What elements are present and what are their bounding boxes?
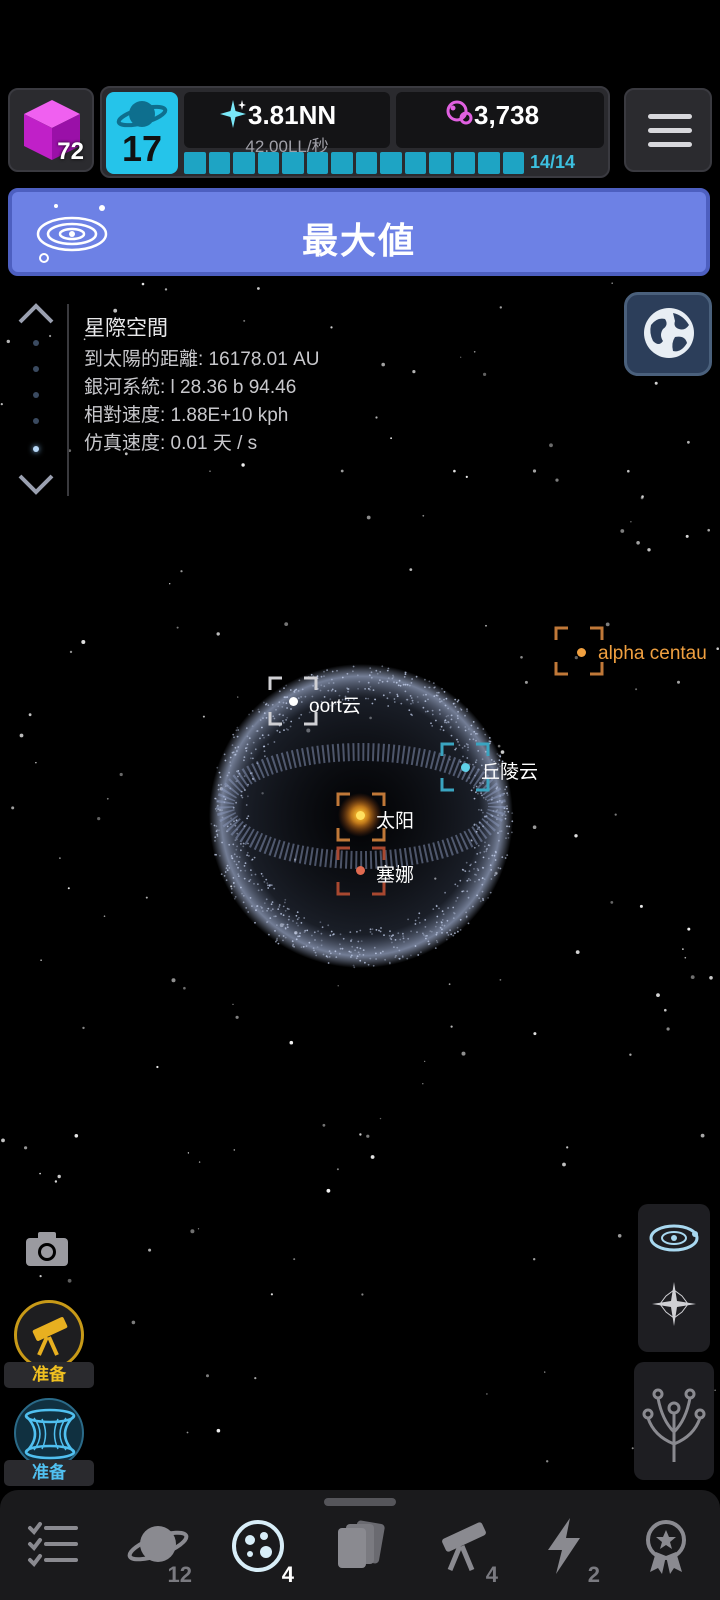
star-view-icon[interactable] bbox=[652, 1282, 696, 1326]
checklist-icon bbox=[28, 1522, 78, 1568]
alpha-centauri-dot[interactable] bbox=[577, 648, 586, 657]
level-progress-bar bbox=[184, 152, 524, 174]
nav-planets[interactable]: 12 bbox=[106, 1508, 206, 1588]
alpha-centauri-label[interactable]: alpha centau bbox=[598, 643, 707, 665]
progress-segment bbox=[208, 152, 230, 174]
info-distance: 到太陽的距離: 16178.01 AU bbox=[84, 349, 320, 370]
oort-cloud-label[interactable]: oort云 bbox=[309, 691, 361, 718]
nav-cards[interactable] bbox=[310, 1508, 410, 1588]
nav-telescope-badge: 4 bbox=[485, 1562, 498, 1587]
nav-telescope[interactable]: 4 bbox=[412, 1508, 512, 1588]
progress-segment bbox=[184, 152, 206, 174]
telescope-icon bbox=[32, 1317, 68, 1356]
wormhole-ready-tag: 准备 bbox=[4, 1460, 94, 1486]
tree-icon bbox=[642, 1388, 706, 1462]
orbit-counter: 3,738 bbox=[396, 92, 604, 148]
nav-tasks[interactable] bbox=[4, 1508, 104, 1588]
progress-segment bbox=[306, 152, 328, 174]
info-galactic: 銀河系統: l 28.36 b 94.46 bbox=[84, 377, 297, 398]
sedna-dot[interactable] bbox=[356, 866, 365, 875]
progress-segment bbox=[502, 152, 524, 174]
nav-achievements[interactable] bbox=[616, 1508, 716, 1588]
hills-cloud-label[interactable]: 丘陵云 bbox=[481, 757, 538, 784]
nav-planets-badge: 12 bbox=[167, 1562, 192, 1587]
progress-segment bbox=[233, 152, 255, 174]
scale-dot[interactable] bbox=[33, 340, 39, 346]
progress-segment bbox=[282, 152, 304, 174]
progress-text: 14/14 bbox=[530, 152, 576, 172]
drawer-handle[interactable] bbox=[324, 1498, 396, 1506]
globe-icon bbox=[644, 308, 694, 358]
orbit-particles-icon bbox=[446, 100, 473, 125]
scale-dot[interactable] bbox=[33, 392, 39, 398]
level-number: 17 bbox=[121, 128, 163, 169]
cube-count: 72 bbox=[57, 138, 84, 165]
banner-title: 最大値 bbox=[301, 220, 416, 261]
wormhole-icon bbox=[24, 1408, 76, 1460]
lightning-icon bbox=[548, 1518, 580, 1574]
camera-icon[interactable] bbox=[24, 1230, 70, 1268]
energy-counter: 3.81NN 42.00LL/秒 bbox=[184, 92, 390, 156]
location-title: 星際空間 bbox=[84, 317, 168, 340]
telescope-ready-tag: 准备 bbox=[4, 1362, 94, 1388]
sparkle-icon bbox=[220, 100, 246, 128]
scale-dot[interactable] bbox=[33, 418, 39, 424]
award-icon bbox=[646, 1520, 686, 1574]
sedna-label[interactable]: 塞娜 bbox=[376, 860, 414, 887]
scale-dot-active[interactable] bbox=[33, 446, 39, 452]
nav-power[interactable]: 2 bbox=[514, 1508, 614, 1588]
orbit-value: 3,738 bbox=[474, 100, 540, 130]
menu-icon bbox=[648, 114, 692, 119]
nav-cluster-badge: 4 bbox=[281, 1562, 294, 1587]
progress-segment bbox=[355, 152, 377, 174]
scroll-up-chevron-icon[interactable] bbox=[18, 302, 54, 324]
hills-cloud-dot[interactable] bbox=[461, 763, 470, 772]
wormhole-tool-button[interactable] bbox=[14, 1398, 84, 1468]
progress-segment bbox=[380, 152, 402, 174]
orbit-view-icon[interactable] bbox=[648, 1220, 700, 1256]
scale-dot[interactable] bbox=[33, 366, 39, 372]
level-badge[interactable]: 17 bbox=[106, 92, 178, 174]
globe-button[interactable] bbox=[624, 292, 712, 376]
progress-segment bbox=[257, 152, 279, 174]
sun-label[interactable]: 太阳 bbox=[376, 806, 414, 833]
telescope-tool-button[interactable] bbox=[14, 1300, 84, 1370]
progress-segment bbox=[429, 152, 451, 174]
skill-tree-button[interactable] bbox=[634, 1362, 714, 1480]
scroll-down-chevron-icon[interactable] bbox=[18, 474, 54, 496]
progress-segment bbox=[404, 152, 426, 174]
sun-dot[interactable] bbox=[356, 811, 365, 820]
nav-power-badge: 2 bbox=[587, 1562, 600, 1587]
progress-segment bbox=[453, 152, 475, 174]
view-toggle-panel bbox=[638, 1204, 710, 1352]
cluster-icon bbox=[232, 1520, 284, 1572]
nav-divider bbox=[67, 304, 69, 496]
info-sim-speed: 仿真速度: 0.01 天 / s bbox=[84, 433, 258, 454]
progress-segment bbox=[478, 152, 500, 174]
max-banner[interactable]: 最大値 bbox=[8, 188, 710, 276]
info-velocity: 相對速度: 1.88E+10 kph bbox=[84, 405, 289, 426]
cube-currency-button[interactable]: 72 bbox=[8, 88, 94, 172]
progress-segment bbox=[331, 152, 353, 174]
energy-value: 3.81NN bbox=[248, 100, 337, 130]
nav-cluster[interactable]: 4 bbox=[208, 1508, 308, 1588]
menu-button[interactable] bbox=[624, 88, 712, 172]
resource-panel: 17 3.81NN 42.00LL/秒 3,738 14/14 bbox=[100, 86, 610, 178]
cards-icon bbox=[338, 1520, 385, 1568]
oort-cloud-dot[interactable] bbox=[289, 697, 298, 706]
